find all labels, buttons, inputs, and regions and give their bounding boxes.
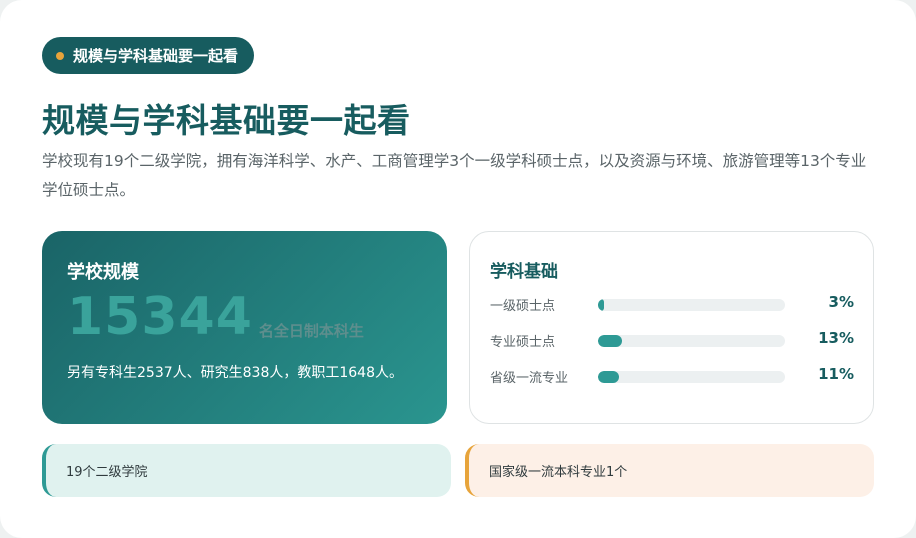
pill-label: 规模与学科基础要一起看 [73, 47, 239, 65]
scale-number: 15344 [67, 287, 253, 347]
content-card: 规模与学科基础要一起看 规模与学科基础要一起看 学校现有19个二级学院，拥有海洋… [0, 0, 916, 538]
bar-label: 省级一流专业 [490, 371, 569, 386]
tag-label: 19个二级学院 [66, 465, 148, 480]
tag-national-majors: 国家级一流本科专业1个 [465, 444, 874, 497]
bar-track [598, 371, 785, 383]
bar-fill [598, 299, 604, 311]
bar-row: 省级一流专业 11% [490, 365, 854, 386]
bar-value: 11% [818, 365, 854, 383]
tag-label: 国家级一流本科专业1个 [489, 465, 628, 480]
bar-label: 一级硕士点 [490, 299, 556, 314]
bar-row: 专业硕士点 13% [490, 329, 854, 350]
scale-figure: 15344 名全日制本科生 [67, 286, 364, 348]
tag-colleges: 19个二级学院 [42, 444, 451, 497]
bar-label: 专业硕士点 [490, 335, 556, 350]
bar-row: 一级硕士点 3% [490, 293, 854, 314]
dot-icon [56, 51, 64, 60]
page-title: 规模与学科基础要一起看 [42, 101, 411, 140]
page-description: 学校现有19个二级学院，拥有海洋科学、水产、工商管理学3个一级学科硕士点，以及资… [42, 152, 867, 199]
base-title: 学科基础 [490, 262, 558, 282]
bar-fill [598, 335, 623, 347]
scale-title: 学校规模 [67, 262, 139, 283]
bar-value: 3% [828, 293, 854, 311]
scale-note: 另有专科生2537人、研究生838人，教职工1648人。 [67, 365, 403, 381]
bar-fill [598, 371, 619, 383]
bar-value: 13% [818, 329, 854, 347]
bar-track [598, 299, 785, 311]
section-pill: 规模与学科基础要一起看 [42, 37, 255, 74]
school-scale-card: 学校规模 15344 名全日制本科生 另有专科生2537人、研究生838人，教职… [42, 231, 447, 424]
bar-track [598, 335, 785, 347]
scale-unit: 名全日制本科生 [258, 322, 364, 340]
discipline-base-card: 学科基础 一级硕士点 3% 专业硕士点 13% 省级一流专业 11% [469, 231, 874, 424]
